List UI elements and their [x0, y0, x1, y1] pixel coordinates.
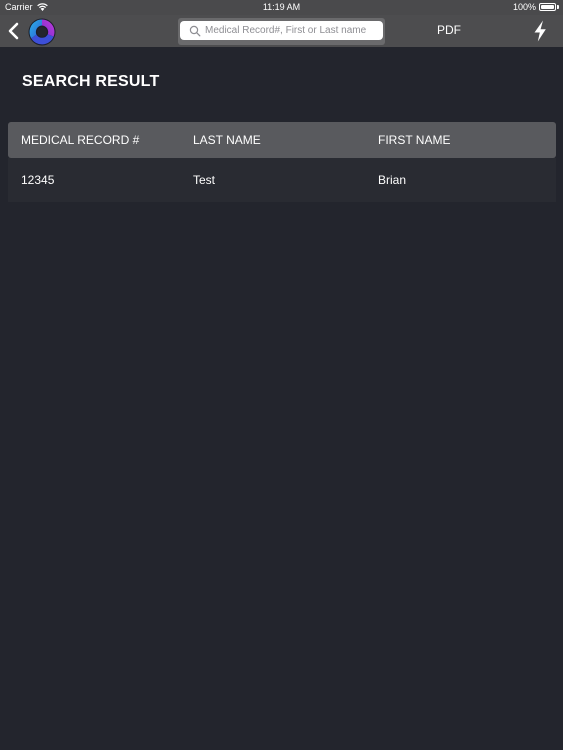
search-box[interactable] [180, 21, 383, 40]
results-table: MEDICAL RECORD # LAST NAME FIRST NAME 12… [8, 122, 556, 202]
app-logo-icon [28, 18, 56, 46]
cell-first-name: Brian [378, 173, 407, 187]
column-header-first-name: FIRST NAME [378, 133, 451, 147]
search-input[interactable] [205, 25, 383, 36]
nav-bar: PDF [0, 15, 563, 47]
battery-icon [539, 3, 556, 11]
search-bar [178, 18, 385, 45]
back-button[interactable] [6, 21, 24, 41]
cell-last-name: Test [193, 173, 216, 187]
cell-medical-record: 12345 [21, 173, 55, 187]
table-header: MEDICAL RECORD # LAST NAME FIRST NAME [8, 122, 556, 158]
column-header-medical-record: MEDICAL RECORD # [21, 133, 140, 147]
battery-percent: 100% [512, 2, 536, 12]
pdf-button[interactable]: PDF [437, 23, 461, 37]
page-title: SEARCH RESULT [22, 73, 160, 90]
battery-fill [541, 5, 554, 9]
lightning-bolt-icon [534, 20, 546, 42]
status-bar: Carrier 11:19 AM 100% [0, 0, 563, 15]
column-header-last-name: LAST NAME [193, 133, 261, 147]
chevron-left-icon [8, 22, 19, 40]
table-row[interactable]: 12345 Test Brian [8, 158, 556, 202]
search-icon [189, 25, 201, 36]
battery-cap [557, 5, 559, 9]
status-right: 100% [513, 2, 559, 12]
flash-button[interactable] [532, 20, 548, 42]
status-time: 11:19 AM [262, 2, 301, 12]
